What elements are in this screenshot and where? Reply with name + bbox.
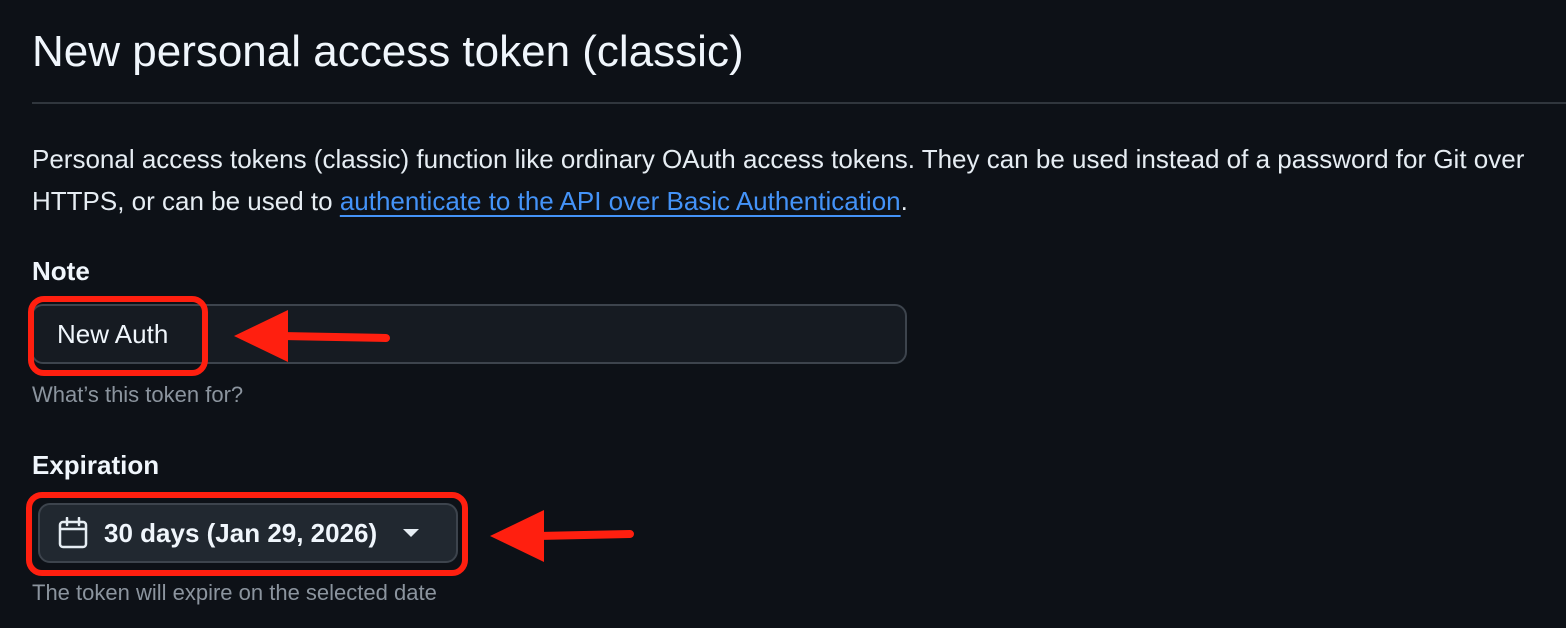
title-divider xyxy=(32,102,1566,104)
note-label: Note xyxy=(32,256,90,286)
chevron-down-icon xyxy=(403,529,420,537)
intro-text-end: . xyxy=(900,186,908,216)
expiration-value: 30 days (Jan 29, 2026) xyxy=(104,517,378,548)
page-title: New personal access token (classic) xyxy=(32,27,744,76)
intro-paragraph: Personal access tokens (classic) functio… xyxy=(32,138,1552,222)
calendar-icon xyxy=(58,517,88,549)
basic-auth-link[interactable]: authenticate to the API over Basic Authe… xyxy=(340,186,901,216)
expiration-hint: The token will expire on the selected da… xyxy=(32,580,437,605)
expiration-label: Expiration xyxy=(32,450,160,480)
expiration-dropdown[interactable]: 30 days (Jan 29, 2026) xyxy=(38,503,458,563)
note-input[interactable] xyxy=(31,304,907,364)
note-hint: What’s this token for? xyxy=(32,382,244,407)
expiration-arrow-icon xyxy=(490,510,634,562)
